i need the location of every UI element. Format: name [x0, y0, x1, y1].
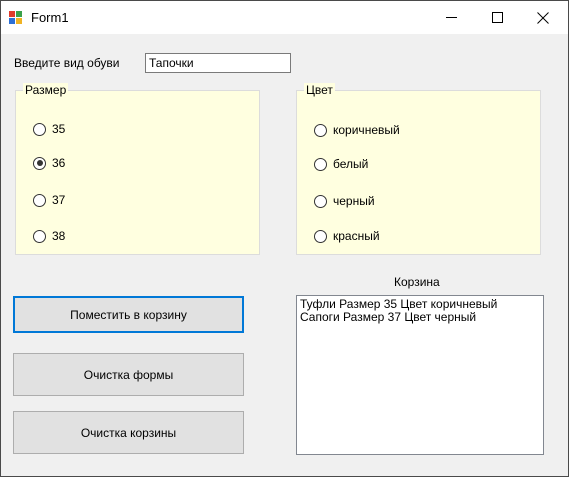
clear-form-button[interactable]: Очистка формы [13, 353, 244, 396]
radio-circle-icon [314, 194, 327, 208]
maximize-button[interactable] [474, 1, 520, 34]
add-to-cart-button[interactable]: Поместить в корзину [13, 296, 244, 333]
color-radio-label: черный [333, 194, 375, 208]
size-radio-label: 37 [52, 193, 66, 207]
color-group-legend: Цвет [304, 83, 335, 97]
form1-window: Form1 Введите вид обуви Тапочки Размер 3… [0, 0, 569, 477]
size-radio-35[interactable]: 35 [33, 122, 65, 136]
color-radio-label: белый [333, 157, 369, 171]
list-item[interactable]: Сапоги Размер 37 Цвет черный [300, 311, 540, 324]
size-radio-label: 38 [52, 229, 66, 243]
window-title: Form1 [31, 10, 69, 25]
color-groupbox: Цвет коричневый белый черный красный [296, 83, 541, 255]
radio-circle-icon [314, 123, 327, 137]
size-groupbox: Размер 35 36 37 38 [15, 83, 260, 255]
color-radio-white[interactable]: белый [314, 157, 368, 171]
radio-circle-icon [314, 229, 327, 243]
shoe-type-label: Введите вид обуви [14, 56, 120, 70]
radio-circle-icon [33, 193, 46, 207]
size-group-legend: Размер [23, 83, 69, 97]
radio-circle-icon [33, 229, 46, 243]
close-icon [537, 11, 549, 24]
size-radio-37[interactable]: 37 [33, 193, 65, 207]
radio-checked-icon [33, 156, 46, 170]
color-radio-brown[interactable]: коричневый [314, 123, 400, 137]
color-radio-red[interactable]: красный [314, 229, 380, 243]
size-radio-label: 35 [52, 122, 66, 136]
color-radio-black[interactable]: черный [314, 194, 375, 208]
title-bar[interactable]: Form1 [1, 1, 568, 34]
size-radio-38[interactable]: 38 [33, 229, 65, 243]
winforms-app-icon [9, 11, 23, 25]
color-radio-label: красный [333, 229, 380, 243]
clear-cart-button[interactable]: Очистка корзины [13, 411, 244, 454]
color-radio-label: коричневый [333, 123, 400, 137]
size-radio-36[interactable]: 36 [33, 156, 65, 170]
cart-listbox[interactable]: Туфли Размер 35 Цвет коричневый Сапоги Р… [296, 295, 544, 455]
radio-circle-icon [33, 122, 46, 136]
minimize-icon [445, 17, 457, 18]
close-button[interactable] [520, 1, 566, 34]
shoe-type-input[interactable]: Тапочки [145, 53, 291, 73]
cart-label: Корзина [394, 275, 440, 289]
size-radio-label: 36 [52, 156, 66, 170]
minimize-button[interactable] [428, 1, 474, 34]
maximize-icon [491, 12, 503, 23]
radio-circle-icon [314, 157, 327, 171]
